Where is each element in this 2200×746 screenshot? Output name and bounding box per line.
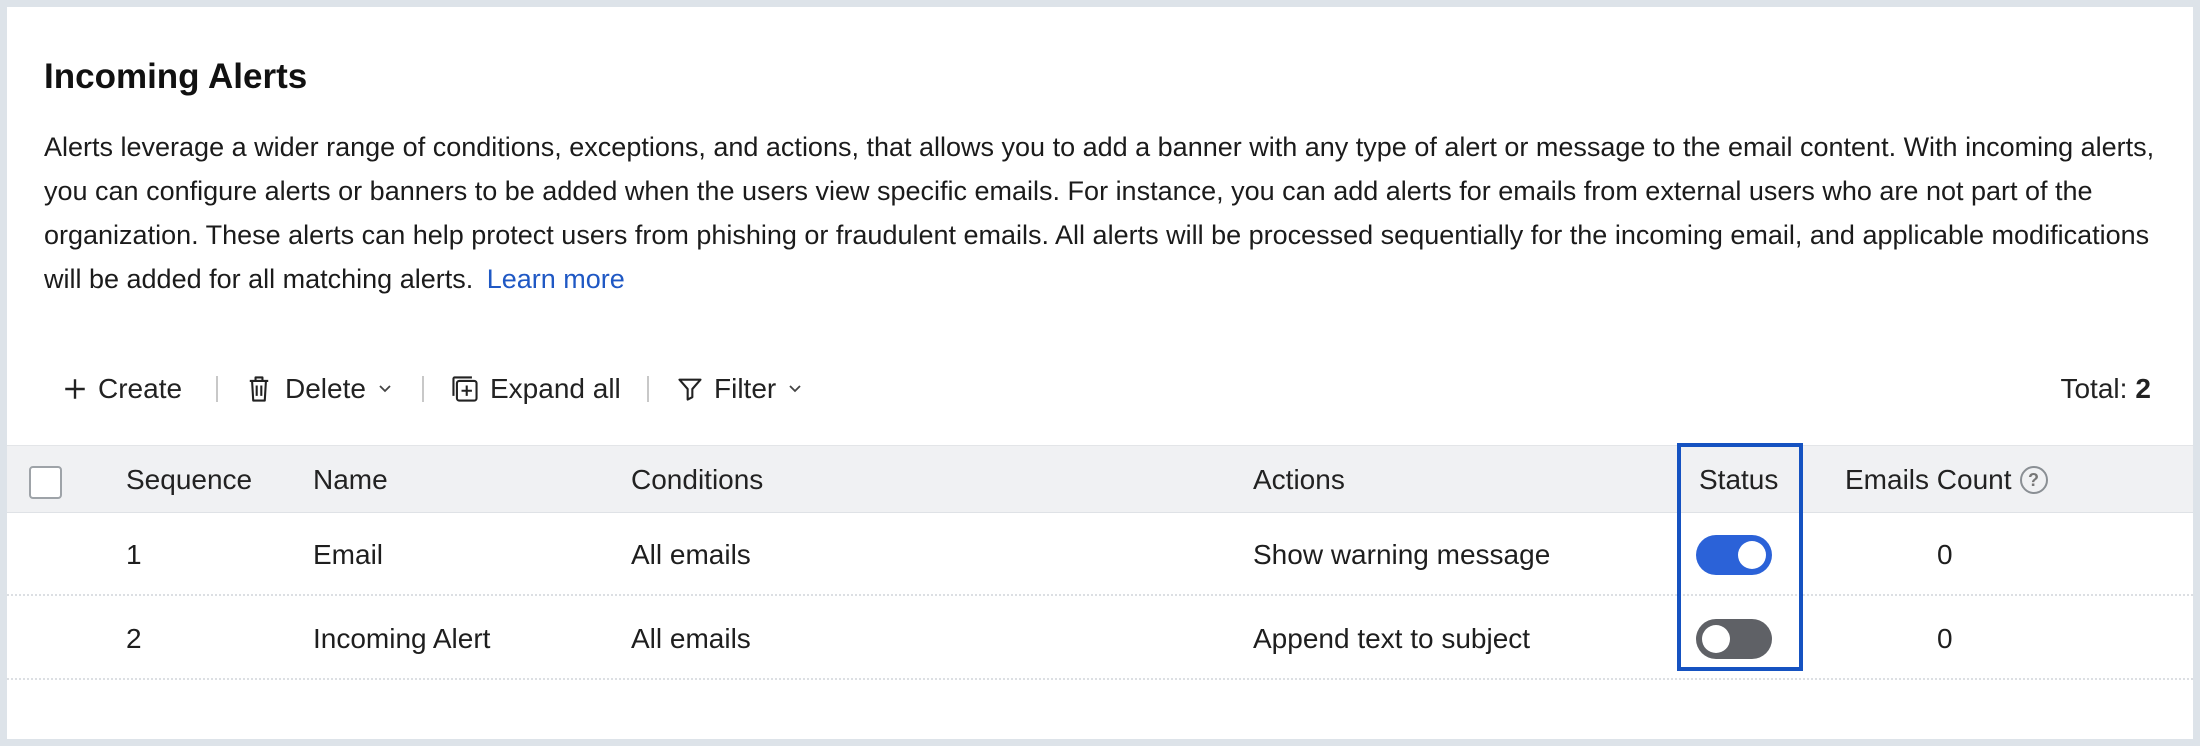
filter-label: Filter xyxy=(714,373,777,404)
column-header-conditions[interactable]: Conditions xyxy=(631,446,763,514)
toggle-knob xyxy=(1738,541,1766,569)
trash-icon xyxy=(249,376,269,402)
column-header-emails-count: Emails Count ? xyxy=(1845,446,2048,514)
incoming-alerts-panel: Incoming Alerts Alerts leverage a wider … xyxy=(7,7,2193,739)
row-name: Incoming Alert xyxy=(313,622,491,654)
column-header-sequence[interactable]: Sequence xyxy=(126,446,252,514)
delete-button[interactable]: Delete xyxy=(245,359,392,419)
total-count: Total: 2 xyxy=(2060,359,2151,419)
row-sequence: 1 xyxy=(126,538,142,570)
filter-button[interactable]: Filter xyxy=(676,359,802,419)
expand-all-icon xyxy=(452,376,478,402)
table-row[interactable]: 1 Email All emails Show warning message … xyxy=(7,513,2193,596)
learn-more-link[interactable]: Learn more xyxy=(487,264,625,294)
delete-label: Delete xyxy=(285,373,366,404)
toggle-knob xyxy=(1702,625,1730,653)
page-title: Incoming Alerts xyxy=(44,57,308,96)
filter-icon xyxy=(678,378,702,401)
toolbar: Create Delete Expand all Filter Total: 2 xyxy=(7,359,2193,419)
toolbar-divider xyxy=(216,376,218,402)
column-header-actions[interactable]: Actions xyxy=(1253,446,1345,514)
select-all-checkbox[interactable] xyxy=(29,466,62,499)
expand-all-button[interactable]: Expand all xyxy=(450,359,621,419)
table-row[interactable]: 2 Incoming Alert All emails Append text … xyxy=(7,597,2193,680)
chevron-down-icon xyxy=(789,385,801,393)
row-actions: Append text to subject xyxy=(1253,622,1531,654)
status-toggle[interactable] xyxy=(1696,535,1772,575)
toolbar-divider xyxy=(647,376,649,402)
row-conditions: All emails xyxy=(631,622,751,654)
chevron-down-icon xyxy=(379,385,391,393)
status-toggle[interactable] xyxy=(1696,619,1772,659)
emails-count-header-label: Emails Count xyxy=(1845,464,2012,495)
row-emails-count: 0 xyxy=(1937,622,1953,654)
total-label: Total: xyxy=(2060,373,2128,404)
page-description: Alerts leverage a wider range of conditi… xyxy=(44,125,2164,301)
plus-icon xyxy=(65,379,85,399)
expand-all-label: Expand all xyxy=(490,373,621,404)
row-sequence: 2 xyxy=(126,622,142,654)
row-actions: Show warning message xyxy=(1253,538,1551,570)
create-label: Create xyxy=(98,373,183,404)
row-emails-count: 0 xyxy=(1937,538,1953,570)
table-header: Sequence Name Conditions Actions Status … xyxy=(7,445,2193,513)
toolbar-divider xyxy=(422,376,424,402)
total-value: 2 xyxy=(2135,373,2151,404)
help-icon[interactable]: ? xyxy=(2019,466,2048,494)
row-name: Email xyxy=(313,538,384,570)
row-conditions: All emails xyxy=(631,538,751,570)
column-header-name[interactable]: Name xyxy=(313,446,388,514)
column-header-status[interactable]: Status xyxy=(1699,446,1778,514)
create-button[interactable]: Create xyxy=(62,359,182,419)
description-text: Alerts leverage a wider range of conditi… xyxy=(44,132,2155,294)
